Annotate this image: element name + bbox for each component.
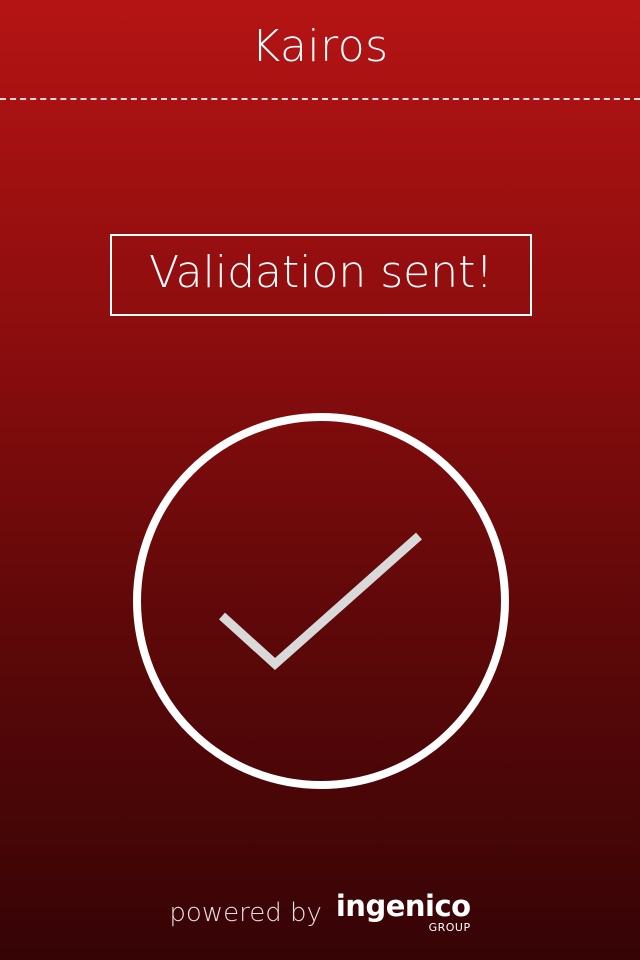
- app-header: Kairos: [0, 0, 640, 100]
- success-circle: [133, 413, 509, 789]
- app-title: Kairos: [251, 20, 389, 72]
- ingenico-logo: ingenico GROUP: [336, 890, 471, 934]
- brand-name: ingenico: [335, 889, 471, 923]
- brand-group: GROUP: [428, 921, 471, 934]
- checkmark-icon: [218, 532, 422, 671]
- check-circle-icon: [133, 413, 509, 789]
- status-message-box: Validation sent!: [110, 234, 532, 316]
- status-message: Validation sent!: [148, 246, 494, 298]
- powered-by-text: powered by: [169, 898, 322, 928]
- footer: powered by ingenico GROUP: [0, 890, 640, 940]
